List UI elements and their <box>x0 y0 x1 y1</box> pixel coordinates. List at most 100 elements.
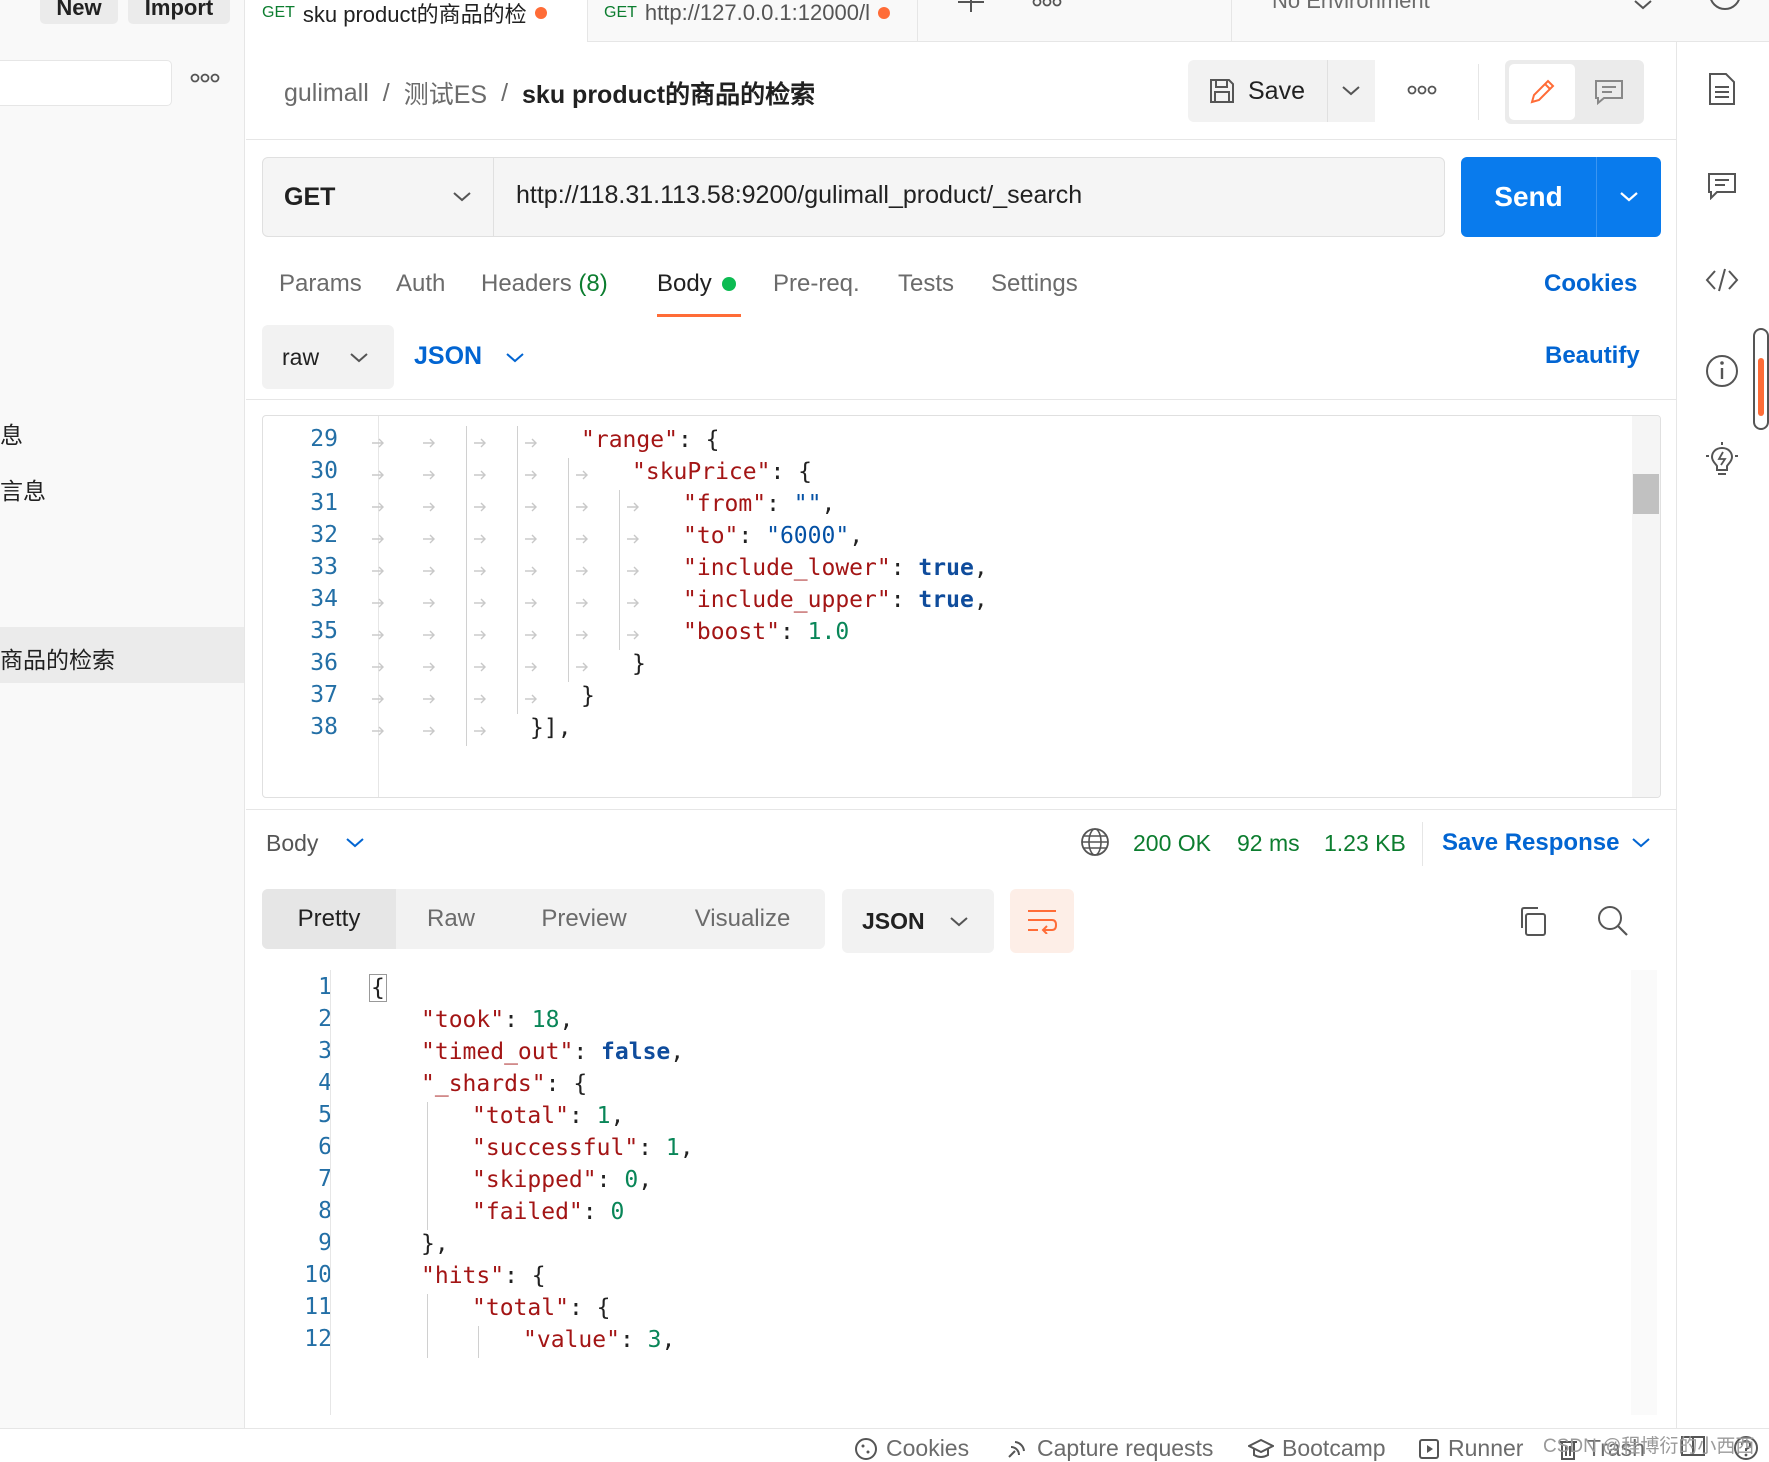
new-button[interactable]: New <box>40 0 118 24</box>
divider <box>1422 822 1423 866</box>
status-badge[interactable]: 200 OK <box>1133 830 1211 857</box>
line-number: 29 <box>310 426 338 452</box>
copy-icon[interactable] <box>1518 906 1548 938</box>
request-tab-active[interactable]: GET sku product的商品的检 <box>246 0 588 42</box>
edit-mode-button[interactable] <box>1509 64 1575 120</box>
beautify-link[interactable]: Beautify <box>1545 342 1640 370</box>
breadcrumb-separator: / <box>382 78 390 107</box>
response-format-label: JSON <box>862 907 925 934</box>
import-button[interactable]: Import <box>128 0 230 24</box>
tab-arrow-icon <box>422 597 436 609</box>
request-url-bar: GET http://118.31.113.58:9200/gulimall_p… <box>262 157 1445 237</box>
tab-arrow-icon <box>371 501 385 513</box>
breadcrumb-collection[interactable]: gulimall <box>284 79 369 108</box>
sidebar-item-partial[interactable]: 言息 <box>0 472 46 506</box>
body-language-select[interactable]: JSON <box>414 342 482 371</box>
divider <box>246 809 1676 810</box>
tabs-more-icon[interactable] <box>1032 0 1062 8</box>
sidebar-item-partial[interactable]: 息 <box>0 416 23 450</box>
tab-params[interactable]: Params <box>279 270 362 298</box>
request-tab[interactable]: GET http://127.0.0.1:12000/l <box>588 0 918 42</box>
sidebar-item-selected[interactable]: 商品的检索 <box>0 627 244 683</box>
save-dropdown-button[interactable] <box>1327 60 1374 122</box>
page-title[interactable]: sku product的商品的检索 <box>522 75 815 111</box>
line-number: 4 <box>318 1070 332 1096</box>
request-body-editor[interactable]: 29 "range": {30 "skuPrice": {31 "from": "",… <box>262 415 1661 798</box>
send-dropdown-button[interactable] <box>1597 157 1661 237</box>
request-more-icon[interactable] <box>1407 84 1437 96</box>
rail-scrollbar[interactable] <box>1753 328 1769 430</box>
wrap-lines-icon <box>1026 908 1058 934</box>
tab-visualize[interactable]: Visualize <box>660 889 825 949</box>
code-line: "total": 1, <box>472 1103 625 1129</box>
runner-button[interactable]: Runner <box>1418 1435 1523 1462</box>
editor-scrollbar[interactable] <box>1632 416 1660 797</box>
tab-arrow-icon <box>422 661 436 673</box>
environment-quicklook-icon[interactable] <box>1709 0 1741 12</box>
cookies-status-button[interactable]: Cookies <box>854 1435 969 1462</box>
response-body-viewer[interactable]: 1 {2 "took": 18, 3 "timed_out": false, 4 "_sha… <box>262 970 1661 1415</box>
code-line: { <box>369 974 387 1002</box>
chevron-down-icon[interactable] <box>1632 838 1650 848</box>
code-icon[interactable] <box>1705 267 1739 293</box>
response-size[interactable]: 1.23 KB <box>1324 830 1406 857</box>
pencil-icon <box>1527 77 1557 107</box>
body-mode-select[interactable]: raw <box>262 325 394 389</box>
tab-headers[interactable]: Headers (8) <box>481 270 608 298</box>
documentation-icon[interactable] <box>1707 72 1737 106</box>
cookies-link[interactable]: Cookies <box>1544 270 1637 298</box>
tab-headers-label: Headers <box>481 270 572 297</box>
save-icon <box>1208 77 1236 105</box>
environment-select[interactable]: No Environment <box>1272 0 1430 14</box>
tab-preview[interactable]: Preview <box>510 889 658 949</box>
graduation-cap-icon <box>1248 1438 1274 1460</box>
code-line: "boost": 1.0 <box>683 619 850 645</box>
environment-chevron-down-icon[interactable] <box>1634 0 1652 10</box>
sidebar-more-icon[interactable] <box>190 72 220 84</box>
send-button[interactable]: Send <box>1461 157 1661 237</box>
method-select[interactable]: GET <box>263 158 494 236</box>
search-icon[interactable] <box>1597 905 1629 937</box>
divider <box>246 399 1676 400</box>
sidebar-item-label: 商品的检索 <box>0 647 115 673</box>
scrollbar-thumb[interactable] <box>1633 474 1659 514</box>
response-time[interactable]: 92 ms <box>1237 830 1300 857</box>
divider <box>1478 64 1479 120</box>
globe-icon[interactable] <box>1080 827 1110 857</box>
runner-label: Runner <box>1448 1435 1524 1461</box>
response-scrollbar[interactable] <box>1631 970 1657 1415</box>
chevron-down-icon[interactable] <box>506 353 524 363</box>
tab-settings[interactable]: Settings <box>991 270 1078 298</box>
breadcrumb-folder[interactable]: 测试ES <box>404 75 487 111</box>
satellite-icon <box>1005 1437 1029 1461</box>
tab-auth[interactable]: Auth <box>396 270 445 298</box>
info-icon[interactable] <box>1705 354 1739 388</box>
tab-arrow-icon <box>626 501 640 513</box>
tab-arrow-icon <box>473 565 487 577</box>
tab-arrow-icon <box>524 437 538 449</box>
tab-prerequest[interactable]: Pre-req. <box>773 270 860 298</box>
url-input[interactable]: http://118.31.113.58:9200/gulimall_produ… <box>516 181 1082 210</box>
tab-arrow-icon <box>473 533 487 545</box>
new-tab-plus-icon[interactable] <box>958 0 984 12</box>
play-icon <box>1418 1438 1440 1460</box>
tab-pretty[interactable]: Pretty <box>262 889 396 949</box>
capture-requests-button[interactable]: Capture requests <box>1005 1435 1213 1462</box>
response-format-select[interactable]: JSON <box>842 889 994 953</box>
line-number: 12 <box>304 1326 332 1352</box>
chevron-down-icon <box>950 917 968 927</box>
bootcamp-button[interactable]: Bootcamp <box>1248 1435 1386 1462</box>
tab-raw[interactable]: Raw <box>396 889 506 949</box>
rail-scrollbar-thumb[interactable] <box>1758 358 1764 416</box>
comment-mode-button[interactable] <box>1577 64 1640 120</box>
sidebar-search-input[interactable] <box>0 60 172 106</box>
chevron-down-icon[interactable] <box>346 838 364 848</box>
response-body-label[interactable]: Body <box>266 830 318 857</box>
tab-tests[interactable]: Tests <box>898 270 954 298</box>
wrap-lines-button[interactable] <box>1010 889 1074 953</box>
tab-body[interactable]: Body <box>657 270 736 298</box>
comments-icon[interactable] <box>1707 172 1737 200</box>
tab-arrow-icon <box>575 501 589 513</box>
save-response-button[interactable]: Save Response <box>1442 829 1619 857</box>
lightbulb-icon[interactable] <box>1705 442 1739 478</box>
